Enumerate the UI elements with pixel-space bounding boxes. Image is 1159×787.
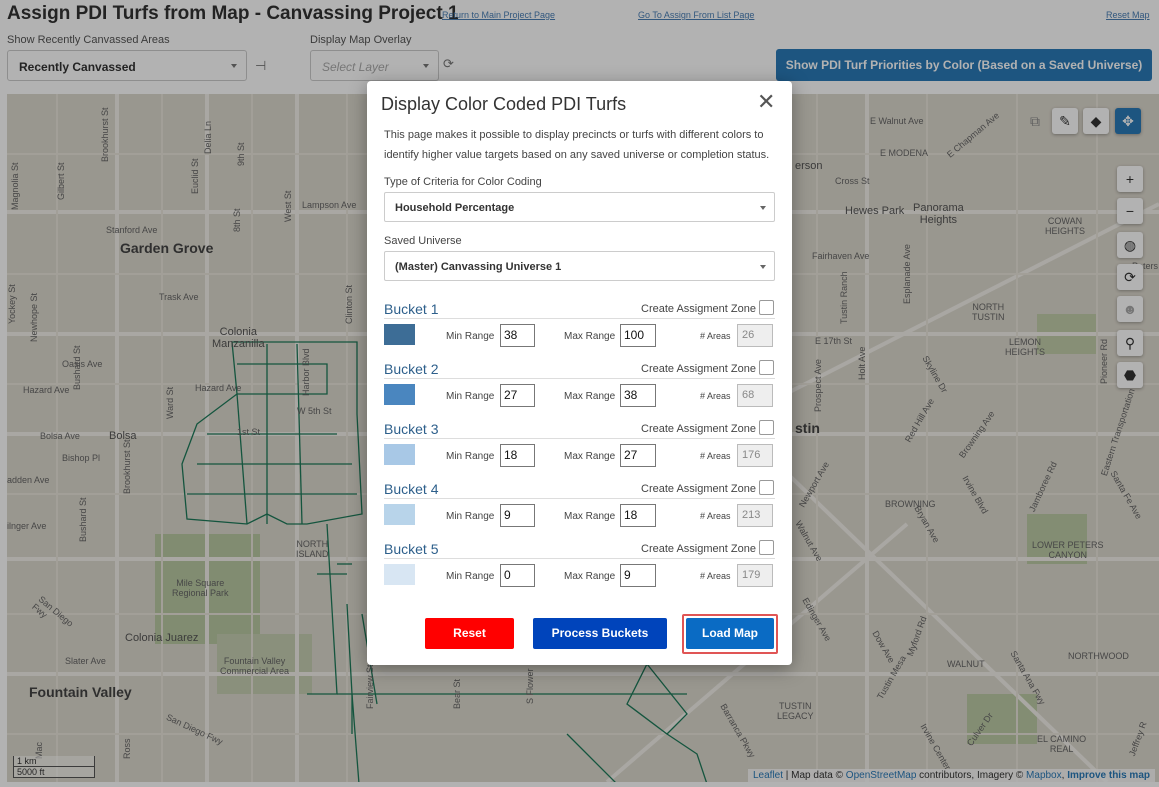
create-zone-checkbox[interactable] <box>759 420 774 435</box>
max-range-input[interactable]: 27 <box>620 444 656 467</box>
bucket-title: Bucket 5 <box>384 541 439 557</box>
create-zone-label: Create Assigment Zone <box>641 363 756 375</box>
max-range-label: Max Range <box>564 391 616 402</box>
min-range-input[interactable]: 38 <box>500 324 535 347</box>
max-range-label: Max Range <box>564 511 616 522</box>
bucket-row: Bucket 1 Create Assigment Zone Min Range 38… <box>384 300 775 361</box>
load-map-button[interactable]: Load Map <box>686 618 774 649</box>
create-zone-label: Create Assigment Zone <box>641 423 756 435</box>
areas-label: # Areas <box>700 511 731 521</box>
chevron-down-icon <box>760 206 766 210</box>
min-range-label: Min Range <box>446 451 495 462</box>
process-buckets-button[interactable]: Process Buckets <box>533 618 667 649</box>
modal-title: Display Color Coded PDI Turfs <box>381 94 627 114</box>
bucket-color-swatch[interactable] <box>384 324 415 345</box>
criteria-select[interactable]: Household Percentage <box>384 192 775 222</box>
bucket-divider <box>384 378 775 379</box>
bucket-divider <box>384 498 775 499</box>
create-zone-checkbox[interactable] <box>759 540 774 555</box>
areas-label: # Areas <box>700 451 731 461</box>
min-range-label: Min Range <box>446 331 495 342</box>
min-range-input[interactable]: 9 <box>500 504 535 527</box>
color-coded-turfs-modal: Display Color Coded PDI Turfs ✕ This pag… <box>367 81 792 665</box>
areas-count: 179 <box>737 564 773 587</box>
max-range-input[interactable]: 9 <box>620 564 656 587</box>
max-range-label: Max Range <box>564 331 616 342</box>
reset-button[interactable]: Reset <box>425 618 514 649</box>
bucket-row: Bucket 5 Create Assigment Zone Min Range 0 M… <box>384 540 775 601</box>
universe-select[interactable]: (Master) Canvassing Universe 1 <box>384 251 775 281</box>
bucket-divider <box>384 318 775 319</box>
bucket-title: Bucket 4 <box>384 481 439 497</box>
areas-label: # Areas <box>700 571 731 581</box>
bucket-color-swatch[interactable] <box>384 504 415 525</box>
areas-count: 176 <box>737 444 773 467</box>
bucket-row: Bucket 3 Create Assigment Zone Min Range 18… <box>384 420 775 481</box>
chevron-down-icon <box>760 265 766 269</box>
min-range-input[interactable]: 0 <box>500 564 535 587</box>
min-range-label: Min Range <box>446 391 495 402</box>
min-range-input[interactable]: 18 <box>500 444 535 467</box>
min-range-input[interactable]: 27 <box>500 384 535 407</box>
max-range-input[interactable]: 18 <box>620 504 656 527</box>
bucket-divider <box>384 558 775 559</box>
bucket-row: Bucket 4 Create Assigment Zone Min Range 9 M… <box>384 480 775 541</box>
bucket-color-swatch[interactable] <box>384 444 415 465</box>
bucket-row: Bucket 2 Create Assigment Zone Min Range 27… <box>384 360 775 421</box>
universe-value: (Master) Canvassing Universe 1 <box>395 261 562 273</box>
criteria-label: Type of Criteria for Color Coding <box>384 176 542 188</box>
bucket-title: Bucket 3 <box>384 421 439 437</box>
close-icon[interactable]: ✕ <box>757 89 775 115</box>
max-range-label: Max Range <box>564 451 616 462</box>
areas-count: 26 <box>737 324 773 347</box>
bucket-color-swatch[interactable] <box>384 384 415 405</box>
min-range-label: Min Range <box>446 511 495 522</box>
modal-description: This page makes it possible to display p… <box>384 129 770 161</box>
create-zone-label: Create Assigment Zone <box>641 543 756 555</box>
max-range-input[interactable]: 100 <box>620 324 656 347</box>
bucket-divider <box>384 438 775 439</box>
areas-count: 68 <box>737 384 773 407</box>
bucket-title: Bucket 2 <box>384 361 439 377</box>
create-zone-checkbox[interactable] <box>759 480 774 495</box>
areas-label: # Areas <box>700 331 731 341</box>
min-range-label: Min Range <box>446 571 495 582</box>
create-zone-label: Create Assigment Zone <box>641 483 756 495</box>
create-zone-checkbox[interactable] <box>759 300 774 315</box>
universe-label: Saved Universe <box>384 235 462 247</box>
max-range-label: Max Range <box>564 571 616 582</box>
create-zone-label: Create Assigment Zone <box>641 303 756 315</box>
areas-label: # Areas <box>700 391 731 401</box>
criteria-value: Household Percentage <box>395 202 515 214</box>
areas-count: 213 <box>737 504 773 527</box>
bucket-title: Bucket 1 <box>384 301 439 317</box>
bucket-color-swatch[interactable] <box>384 564 415 585</box>
create-zone-checkbox[interactable] <box>759 360 774 375</box>
max-range-input[interactable]: 38 <box>620 384 656 407</box>
